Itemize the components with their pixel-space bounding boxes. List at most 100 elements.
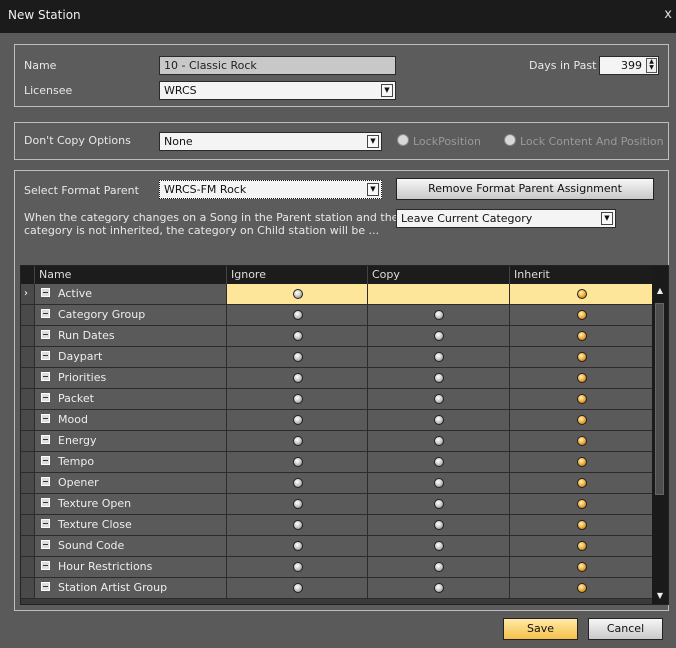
row-inherit-cell[interactable] bbox=[510, 452, 653, 473]
ignore-radio-button[interactable] bbox=[292, 478, 303, 488]
row-indicator[interactable] bbox=[21, 326, 35, 347]
expand-icon[interactable] bbox=[41, 540, 50, 549]
save-button[interactable]: Save bbox=[503, 618, 578, 640]
row-indicator[interactable] bbox=[21, 515, 35, 536]
expand-icon[interactable] bbox=[41, 435, 50, 444]
cancel-button[interactable]: Cancel bbox=[588, 618, 663, 640]
row-ignore-cell[interactable] bbox=[227, 347, 368, 368]
copy-radio-button[interactable] bbox=[434, 331, 444, 341]
row-copy-cell[interactable] bbox=[368, 305, 510, 326]
row-indicator[interactable] bbox=[21, 557, 35, 578]
ignore-radio-button[interactable] bbox=[292, 562, 303, 572]
copy-radio-button[interactable] bbox=[434, 541, 444, 551]
row-ignore-cell[interactable] bbox=[227, 305, 368, 326]
expand-icon[interactable] bbox=[41, 393, 50, 402]
row-name-cell[interactable]: Texture Close bbox=[35, 515, 227, 536]
table-row[interactable]: Station Artist Group bbox=[21, 578, 653, 599]
inherit-radio-button[interactable] bbox=[576, 331, 587, 341]
expand-icon[interactable] bbox=[41, 372, 50, 381]
row-ignore-cell[interactable] bbox=[227, 557, 368, 578]
expand-icon[interactable] bbox=[41, 561, 50, 570]
ignore-radio-button[interactable] bbox=[292, 394, 303, 404]
expand-icon[interactable] bbox=[41, 498, 50, 507]
table-row[interactable]: Priorities bbox=[21, 368, 653, 389]
row-inherit-cell[interactable] bbox=[510, 284, 653, 305]
copy-radio-button[interactable] bbox=[434, 457, 444, 467]
row-indicator[interactable] bbox=[21, 347, 35, 368]
table-row[interactable]: › Active bbox=[21, 284, 653, 305]
row-copy-cell[interactable] bbox=[368, 557, 510, 578]
row-name-cell[interactable]: Mood bbox=[35, 410, 227, 431]
row-ignore-cell[interactable] bbox=[227, 431, 368, 452]
row-inherit-cell[interactable] bbox=[510, 431, 653, 452]
scroll-up-icon[interactable]: ▲ bbox=[655, 286, 665, 296]
row-name-cell[interactable]: Opener bbox=[35, 473, 227, 494]
row-name-cell[interactable]: Packet bbox=[35, 389, 227, 410]
days-in-past-stepper[interactable]: 399 ▲ ▼ bbox=[599, 56, 659, 75]
chevron-down-icon[interactable]: ▼ bbox=[381, 84, 393, 97]
row-indicator[interactable] bbox=[21, 368, 35, 389]
inherit-radio-button[interactable] bbox=[576, 499, 587, 509]
row-name-cell[interactable]: Tempo bbox=[35, 452, 227, 473]
row-copy-cell[interactable] bbox=[368, 389, 510, 410]
copy-radio-button[interactable] bbox=[434, 478, 444, 488]
row-ignore-cell[interactable] bbox=[227, 473, 368, 494]
row-ignore-cell[interactable] bbox=[227, 452, 368, 473]
row-copy-cell[interactable] bbox=[368, 347, 510, 368]
row-indicator[interactable] bbox=[21, 578, 35, 599]
row-inherit-cell[interactable] bbox=[510, 515, 653, 536]
column-header-ignore[interactable]: Ignore bbox=[227, 266, 368, 284]
chevron-down-icon[interactable]: ▼ bbox=[601, 212, 613, 225]
copy-radio-button[interactable] bbox=[434, 415, 444, 425]
inherit-radio-button[interactable] bbox=[576, 310, 587, 320]
copy-radio-button[interactable] bbox=[434, 499, 444, 509]
row-name-cell[interactable]: Category Group bbox=[35, 305, 227, 326]
spin-arrows-icon[interactable]: ▲ ▼ bbox=[646, 58, 657, 73]
row-ignore-cell[interactable] bbox=[227, 515, 368, 536]
row-name-cell[interactable]: Daypart bbox=[35, 347, 227, 368]
row-inherit-cell[interactable] bbox=[510, 578, 653, 599]
ignore-radio-button[interactable] bbox=[292, 520, 303, 530]
ignore-radio-button[interactable] bbox=[292, 457, 303, 467]
copy-radio-button[interactable] bbox=[434, 520, 444, 530]
row-inherit-cell[interactable] bbox=[510, 368, 653, 389]
expand-icon[interactable] bbox=[41, 330, 50, 339]
row-copy-cell[interactable] bbox=[368, 410, 510, 431]
licensee-dropdown[interactable]: WRCS ▼ bbox=[159, 81, 396, 100]
copy-radio-button[interactable] bbox=[434, 310, 444, 320]
copy-radio-button[interactable] bbox=[434, 352, 444, 362]
expand-icon[interactable] bbox=[41, 288, 50, 297]
row-copy-cell[interactable] bbox=[368, 494, 510, 515]
table-row[interactable]: Energy bbox=[21, 431, 653, 452]
row-indicator[interactable] bbox=[21, 389, 35, 410]
row-inherit-cell[interactable] bbox=[510, 347, 653, 368]
ignore-radio-button[interactable] bbox=[292, 331, 303, 341]
row-inherit-cell[interactable] bbox=[510, 389, 653, 410]
table-row[interactable]: Sound Code bbox=[21, 536, 653, 557]
row-copy-cell[interactable] bbox=[368, 536, 510, 557]
vertical-scrollbar[interactable]: ▲ ▼ bbox=[652, 266, 668, 604]
row-inherit-cell[interactable] bbox=[510, 473, 653, 494]
inherit-radio-button[interactable] bbox=[576, 352, 587, 362]
row-copy-cell[interactable] bbox=[368, 284, 510, 305]
row-copy-cell[interactable] bbox=[368, 515, 510, 536]
ignore-radio-button[interactable] bbox=[292, 541, 303, 551]
row-ignore-cell[interactable] bbox=[227, 389, 368, 410]
row-copy-cell[interactable] bbox=[368, 473, 510, 494]
inherit-radio-button[interactable] bbox=[576, 436, 587, 446]
inherit-radio-button[interactable] bbox=[576, 415, 587, 425]
copy-radio-button[interactable] bbox=[434, 436, 444, 446]
remove-format-parent-button[interactable]: Remove Format Parent Assignment bbox=[396, 178, 654, 200]
inherit-radio-button[interactable] bbox=[576, 394, 587, 404]
inherit-radio-button[interactable] bbox=[576, 583, 587, 593]
table-row[interactable]: Hour Restrictions bbox=[21, 557, 653, 578]
expand-icon[interactable] bbox=[41, 456, 50, 465]
row-name-cell[interactable]: Texture Open bbox=[35, 494, 227, 515]
row-indicator[interactable]: › bbox=[21, 284, 35, 305]
expand-icon[interactable] bbox=[41, 309, 50, 318]
row-indicator[interactable] bbox=[21, 305, 35, 326]
expand-icon[interactable] bbox=[41, 519, 50, 528]
row-name-cell[interactable]: Priorities bbox=[35, 368, 227, 389]
row-ignore-cell[interactable] bbox=[227, 410, 368, 431]
scrollbar-thumb[interactable] bbox=[655, 303, 664, 495]
